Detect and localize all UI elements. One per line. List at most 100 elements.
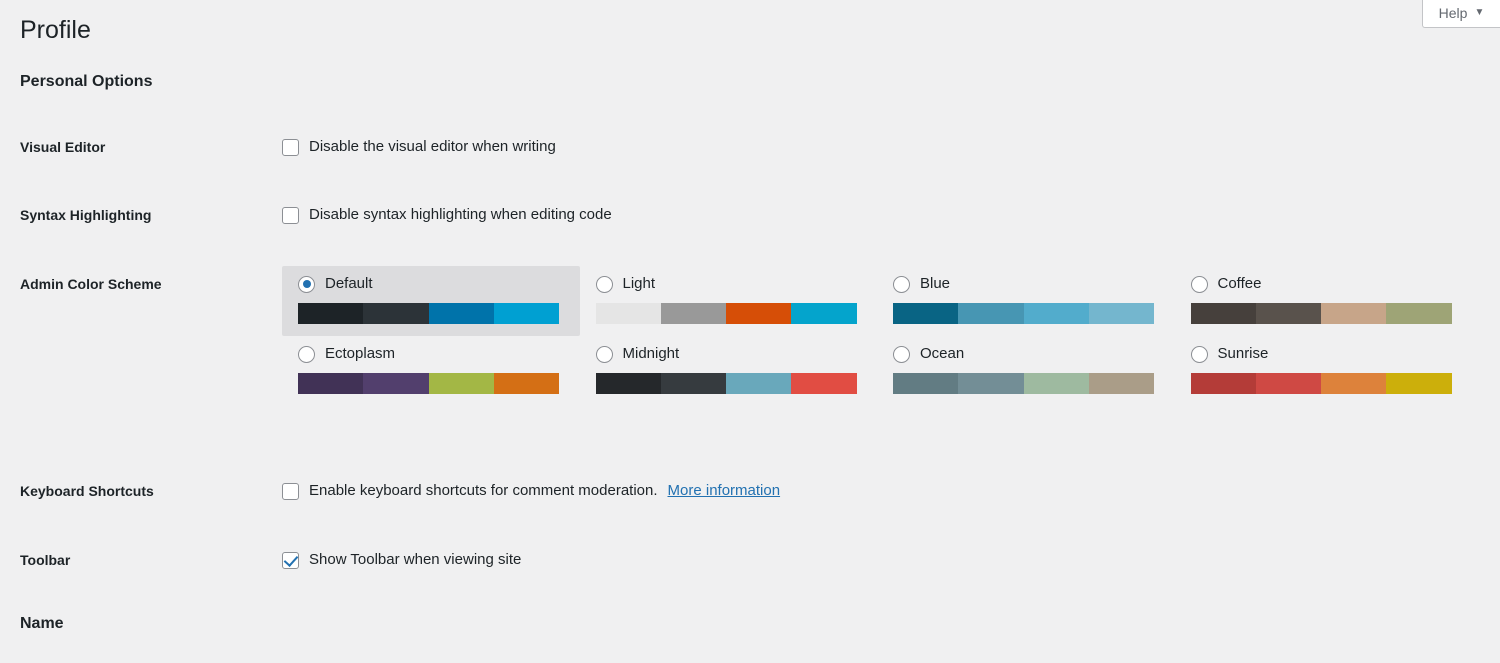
color-scheme-label-light: Light bbox=[622, 275, 656, 292]
color-scheme-label-midnight: Midnight bbox=[622, 345, 680, 362]
color-scheme-radio-sunrise[interactable] bbox=[1190, 345, 1208, 363]
color-swatch-blue-1 bbox=[893, 303, 959, 324]
color-scheme-palette-ectoplasm bbox=[298, 373, 559, 394]
color-swatch-blue-4 bbox=[1088, 303, 1154, 324]
color-swatch-midnight-4 bbox=[791, 373, 857, 394]
color-swatch-sunrise-1 bbox=[1190, 373, 1256, 394]
color-scheme-header-light[interactable]: Light bbox=[595, 274, 862, 294]
color-swatch-light-3 bbox=[726, 303, 792, 324]
color-swatch-coffee-2 bbox=[1255, 303, 1321, 324]
color-swatch-default-1 bbox=[298, 303, 364, 324]
color-swatch-ocean-3 bbox=[1023, 373, 1089, 394]
color-swatch-default-4 bbox=[493, 303, 559, 324]
color-swatch-ectoplasm-4 bbox=[493, 373, 559, 394]
color-scheme-radio-light[interactable] bbox=[595, 275, 613, 293]
color-scheme-label-ocean: Ocean bbox=[920, 345, 965, 362]
color-swatch-light-4 bbox=[791, 303, 857, 324]
color-swatch-sunrise-3 bbox=[1321, 373, 1387, 394]
color-scheme-label-sunrise: Sunrise bbox=[1217, 345, 1269, 362]
color-scheme-row: Default Light Blue Coffee bbox=[282, 266, 1472, 336]
toolbar-checkbox-label: Show Toolbar when viewing site bbox=[309, 551, 522, 568]
color-swatch-midnight-2 bbox=[660, 373, 726, 394]
keyboard-shortcuts-checkbox-label: Enable keyboard shortcuts for comment mo… bbox=[309, 482, 658, 499]
color-scheme-radio-coffee[interactable] bbox=[1190, 275, 1208, 293]
toolbar-label: Toolbar bbox=[20, 552, 71, 568]
visual-editor-checkbox[interactable] bbox=[282, 138, 299, 156]
color-scheme-option-blue[interactable]: Blue bbox=[877, 266, 1175, 336]
color-swatch-midnight-1 bbox=[595, 373, 661, 394]
name-heading: Name bbox=[20, 615, 64, 632]
syntax-highlighting-label: Syntax Highlighting bbox=[20, 207, 152, 223]
color-scheme-palette-light bbox=[595, 303, 857, 324]
color-swatch-coffee-4 bbox=[1386, 303, 1452, 324]
color-swatch-default-2 bbox=[363, 303, 429, 324]
keyboard-shortcuts-checkbox[interactable] bbox=[282, 482, 299, 500]
help-tab-button[interactable]: Help ▼ bbox=[1422, 0, 1500, 28]
help-tab-label: Help bbox=[1438, 4, 1468, 21]
personal-options-heading: Personal Options bbox=[20, 73, 153, 90]
color-scheme-label-coffee: Coffee bbox=[1217, 275, 1262, 292]
more-information-link[interactable]: More information bbox=[668, 481, 781, 501]
color-scheme-palette-blue bbox=[893, 303, 1154, 324]
color-swatch-sunrise-4 bbox=[1386, 373, 1452, 394]
color-scheme-option-sunrise[interactable]: Sunrise bbox=[1175, 336, 1473, 406]
keyboard-shortcuts-checkbox-row[interactable]: Enable keyboard shortcuts for comment mo… bbox=[282, 481, 780, 501]
color-swatch-midnight-3 bbox=[726, 373, 792, 394]
color-swatch-ectoplasm-3 bbox=[428, 373, 494, 394]
color-scheme-label-ectoplasm: Ectoplasm bbox=[325, 345, 396, 362]
admin-color-scheme-label: Admin Color Scheme bbox=[20, 276, 162, 292]
color-scheme-header-ocean[interactable]: Ocean bbox=[893, 344, 1159, 364]
page-title: Profile bbox=[20, 16, 91, 44]
color-swatch-ectoplasm-2 bbox=[363, 373, 429, 394]
color-scheme-radio-ectoplasm[interactable] bbox=[298, 345, 315, 363]
toolbar-checkbox[interactable] bbox=[282, 551, 299, 569]
admin-color-scheme-options: Default Light Blue Coffee Ectoplasm Midnight O… bbox=[282, 266, 1472, 406]
color-swatch-coffee-3 bbox=[1321, 303, 1387, 324]
color-swatch-sunrise-2 bbox=[1255, 373, 1321, 394]
visual-editor-field: Disable the visual editor when writing bbox=[282, 137, 556, 157]
color-scheme-header-sunrise[interactable]: Sunrise bbox=[1190, 344, 1457, 364]
chevron-down-icon: ▼ bbox=[1474, 6, 1485, 18]
color-swatch-ectoplasm-1 bbox=[298, 373, 364, 394]
syntax-highlighting-checkbox-label: Disable syntax highlighting when editing… bbox=[309, 206, 612, 223]
toolbar-field: Show Toolbar when viewing site bbox=[282, 550, 521, 570]
color-scheme-palette-midnight bbox=[595, 373, 857, 394]
color-scheme-palette-coffee bbox=[1190, 303, 1452, 324]
color-scheme-row: Ectoplasm Midnight Ocean Sunrise bbox=[282, 336, 1472, 406]
color-scheme-option-midnight[interactable]: Midnight bbox=[580, 336, 878, 406]
color-scheme-radio-ocean[interactable] bbox=[893, 345, 910, 363]
color-scheme-header-midnight[interactable]: Midnight bbox=[595, 344, 862, 364]
color-scheme-radio-default[interactable] bbox=[298, 275, 315, 293]
color-scheme-header-coffee[interactable]: Coffee bbox=[1190, 274, 1457, 294]
color-swatch-light-1 bbox=[595, 303, 661, 324]
color-swatch-blue-2 bbox=[958, 303, 1024, 324]
color-swatch-blue-3 bbox=[1023, 303, 1089, 324]
visual-editor-checkbox-label: Disable the visual editor when writing bbox=[309, 138, 556, 155]
color-scheme-label-default: Default bbox=[325, 275, 373, 292]
syntax-highlighting-checkbox-row[interactable]: Disable syntax highlighting when editing… bbox=[282, 205, 612, 225]
color-scheme-header-blue[interactable]: Blue bbox=[893, 274, 1159, 294]
color-scheme-palette-default bbox=[298, 303, 559, 324]
color-scheme-option-coffee[interactable]: Coffee bbox=[1175, 266, 1473, 336]
color-scheme-option-light[interactable]: Light bbox=[580, 266, 878, 336]
color-scheme-header-ectoplasm[interactable]: Ectoplasm bbox=[298, 344, 564, 364]
color-swatch-coffee-1 bbox=[1190, 303, 1256, 324]
color-scheme-option-ectoplasm[interactable]: Ectoplasm bbox=[282, 336, 580, 406]
color-swatch-light-2 bbox=[660, 303, 726, 324]
color-scheme-palette-ocean bbox=[893, 373, 1154, 394]
color-swatch-ocean-2 bbox=[958, 373, 1024, 394]
color-swatch-ocean-4 bbox=[1088, 373, 1154, 394]
visual-editor-checkbox-row[interactable]: Disable the visual editor when writing bbox=[282, 137, 556, 157]
visual-editor-label: Visual Editor bbox=[20, 139, 106, 155]
keyboard-shortcuts-label: Keyboard Shortcuts bbox=[20, 483, 154, 499]
toolbar-checkbox-row[interactable]: Show Toolbar when viewing site bbox=[282, 550, 521, 570]
color-scheme-header-default[interactable]: Default bbox=[298, 274, 564, 294]
syntax-highlighting-checkbox[interactable] bbox=[282, 206, 299, 224]
color-scheme-palette-sunrise bbox=[1190, 373, 1452, 394]
keyboard-shortcuts-field: Enable keyboard shortcuts for comment mo… bbox=[282, 481, 780, 501]
color-scheme-radio-midnight[interactable] bbox=[595, 345, 613, 363]
color-scheme-radio-blue[interactable] bbox=[893, 275, 910, 293]
color-scheme-option-default[interactable]: Default bbox=[282, 266, 580, 336]
color-swatch-default-3 bbox=[428, 303, 494, 324]
color-scheme-option-ocean[interactable]: Ocean bbox=[877, 336, 1175, 406]
